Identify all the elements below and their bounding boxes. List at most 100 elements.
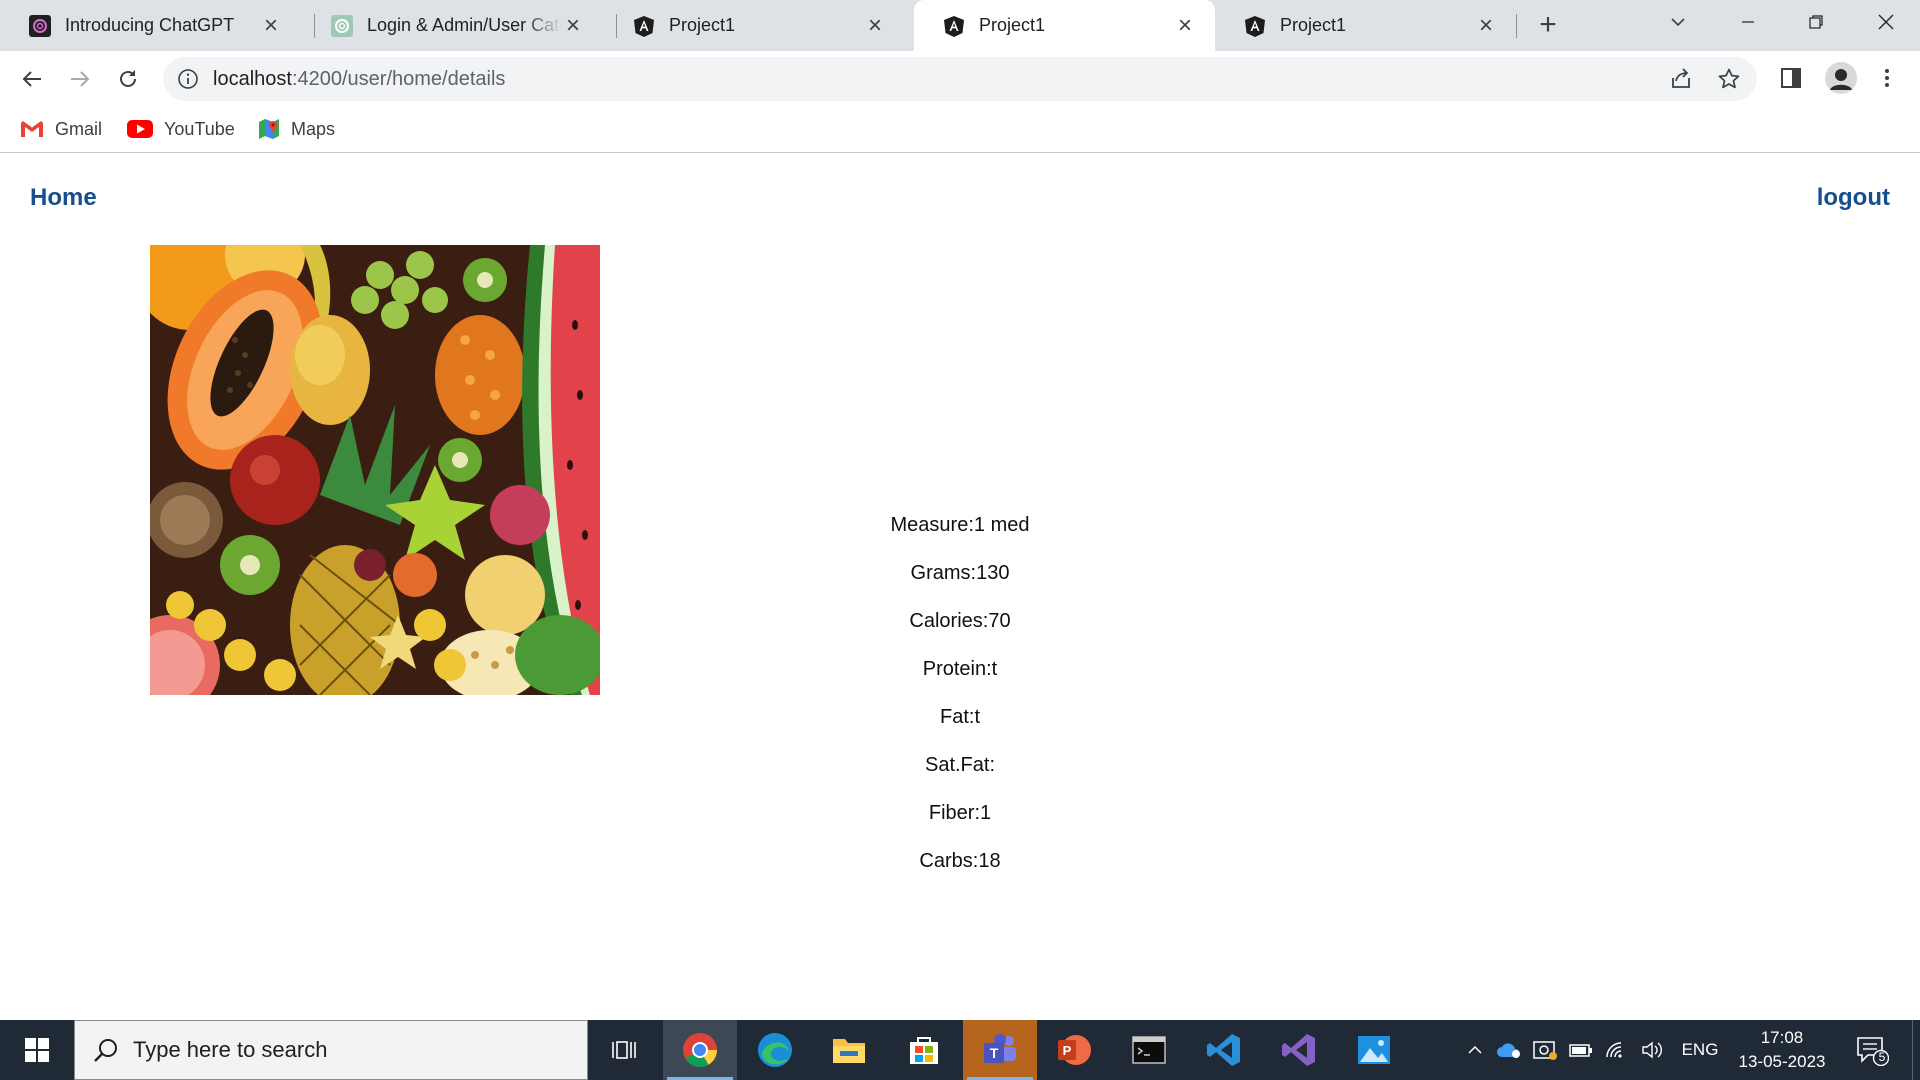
tab-title: Login & Admin/User Cate xyxy=(367,15,562,35)
bookmark-maps[interactable]: Maps xyxy=(258,114,335,144)
angular-icon xyxy=(1245,15,1265,37)
close-icon[interactable]: × xyxy=(260,13,282,37)
folder-icon xyxy=(833,1039,865,1063)
taskbar-photos[interactable] xyxy=(1337,1020,1411,1080)
onedrive-tray[interactable] xyxy=(1494,1020,1524,1080)
show-hidden-icons-button[interactable] xyxy=(1460,1020,1490,1080)
reload-button[interactable] xyxy=(110,61,146,97)
url-path: :4200/user/home/details xyxy=(291,68,506,90)
share-button[interactable] xyxy=(1666,64,1696,94)
start-button[interactable] xyxy=(0,1020,74,1080)
search-placeholder: Type here to search xyxy=(133,1037,328,1062)
nutrition-details: Measure:1 med Grams:130 Calories:70 Prot… xyxy=(760,513,1160,897)
taskbar-teams[interactable]: T xyxy=(963,1020,1037,1080)
task-view-icon xyxy=(612,1041,636,1059)
angular-icon xyxy=(944,15,964,37)
detail-protein: Protein:t xyxy=(922,658,998,680)
restore-icon xyxy=(1809,15,1823,29)
bookmark-gmail[interactable]: Gmail xyxy=(20,114,102,144)
logout-link[interactable]: logout xyxy=(1817,184,1890,212)
visual-studio-icon xyxy=(1282,1034,1315,1066)
tab-title: Introducing ChatGPT xyxy=(65,15,235,35)
close-icon[interactable]: × xyxy=(1475,13,1497,37)
tab-project1-active[interactable]: Project1 × xyxy=(914,0,1215,51)
volume-icon xyxy=(1642,1041,1662,1059)
minimize-button[interactable] xyxy=(1718,0,1778,44)
show-desktop-button[interactable] xyxy=(1912,1020,1920,1080)
arrow-right-icon xyxy=(71,71,90,87)
browser-menu-button[interactable] xyxy=(1872,63,1902,93)
share-icon xyxy=(1672,68,1690,88)
bookmarks-bar: Gmail YouTube Maps xyxy=(0,106,1920,153)
url-text[interactable]: localhost:4200/user/home/details xyxy=(213,68,505,91)
tab-login-admin[interactable]: Login & Admin/User Cate × xyxy=(302,0,603,51)
fruit-illustration xyxy=(150,245,600,695)
chevron-down-icon xyxy=(1671,18,1685,27)
taskbar-store[interactable] xyxy=(887,1020,961,1080)
taskbar-edge[interactable] xyxy=(738,1020,812,1080)
update-tray[interactable] xyxy=(1530,1020,1560,1080)
restore-button[interactable] xyxy=(1786,0,1846,44)
battery-icon xyxy=(1569,1044,1592,1057)
gmail-icon xyxy=(21,121,43,137)
close-icon[interactable]: × xyxy=(1174,13,1196,37)
search-icon xyxy=(94,1039,117,1062)
taskbar-terminal[interactable] xyxy=(1112,1020,1186,1080)
tab-strip: Introducing ChatGPT × Login & Admin/User… xyxy=(0,0,1920,51)
close-icon[interactable]: × xyxy=(562,13,584,37)
clock-date: 13-05-2023 xyxy=(1738,1052,1826,1071)
close-icon xyxy=(1878,14,1894,30)
taskbar-visual-studio[interactable] xyxy=(1262,1020,1336,1080)
forward-button[interactable] xyxy=(62,61,98,97)
reload-icon xyxy=(120,70,136,87)
wifi-tray[interactable] xyxy=(1602,1020,1632,1080)
taskbar-clock[interactable]: 17:08 13-05-2023 xyxy=(1732,1026,1832,1074)
info-icon[interactable] xyxy=(177,68,199,90)
url-host: localhost xyxy=(213,68,292,90)
powerpoint-icon: P xyxy=(1058,1035,1091,1065)
tab-separator xyxy=(1516,14,1517,38)
onedrive-icon xyxy=(1497,1043,1520,1058)
bookmark-star-button[interactable] xyxy=(1714,64,1744,94)
angular-icon xyxy=(634,15,654,37)
battery-tray[interactable] xyxy=(1566,1020,1596,1080)
bookmark-label: Maps xyxy=(291,118,336,139)
taskbar-chrome[interactable] xyxy=(663,1020,737,1080)
tab-introducing-chatgpt[interactable]: Introducing ChatGPT × xyxy=(0,0,301,51)
photos-icon xyxy=(1358,1036,1390,1064)
tab-search-button[interactable] xyxy=(1648,0,1708,44)
home-link[interactable]: Home xyxy=(30,184,97,212)
close-window-button[interactable] xyxy=(1856,0,1916,44)
taskbar-powerpoint[interactable]: P xyxy=(1037,1020,1111,1080)
youtube-icon xyxy=(127,120,153,138)
tab-project1-a[interactable]: Project1 × xyxy=(604,0,905,51)
browser-toolbar: localhost:4200/user/home/details xyxy=(0,51,1920,106)
taskbar-search[interactable]: Type here to search xyxy=(74,1020,588,1080)
detail-measure: Measure:1 med xyxy=(890,514,1030,536)
arrow-left-icon xyxy=(22,71,41,87)
more-vertical-icon xyxy=(1885,69,1889,87)
taskbar-vscode[interactable] xyxy=(1187,1020,1261,1080)
windows-taskbar: Type here to search T P ENG 17:08 13-05-… xyxy=(0,1020,1920,1080)
taskbar-file-explorer[interactable] xyxy=(812,1020,886,1080)
close-icon[interactable]: × xyxy=(864,13,886,37)
back-button[interactable] xyxy=(14,61,50,97)
detail-fat: Fat:t xyxy=(939,706,980,728)
notifications-button[interactable]: 5 xyxy=(1850,1020,1894,1080)
terminal-icon xyxy=(1132,1036,1166,1064)
tab-project1-b[interactable]: Project1 × xyxy=(1215,0,1516,51)
task-view-button[interactable] xyxy=(588,1020,662,1080)
detail-grams: Grams:130 xyxy=(910,562,1010,584)
detail-sat-fat: Sat.Fat: xyxy=(924,754,996,776)
address-bar[interactable]: localhost:4200/user/home/details xyxy=(163,57,1757,101)
side-panel-button[interactable] xyxy=(1776,63,1806,93)
tab-title: Project1 xyxy=(669,15,736,35)
bookmark-youtube[interactable]: YouTube xyxy=(127,114,235,144)
language-indicator[interactable]: ENG xyxy=(1676,1020,1724,1080)
new-tab-button[interactable]: + xyxy=(1532,10,1564,42)
minimize-icon xyxy=(1742,21,1754,23)
bookmark-label: YouTube xyxy=(164,118,235,139)
svg-text:P: P xyxy=(1063,1043,1072,1058)
volume-tray[interactable] xyxy=(1638,1020,1668,1080)
profile-avatar[interactable] xyxy=(1824,61,1858,95)
